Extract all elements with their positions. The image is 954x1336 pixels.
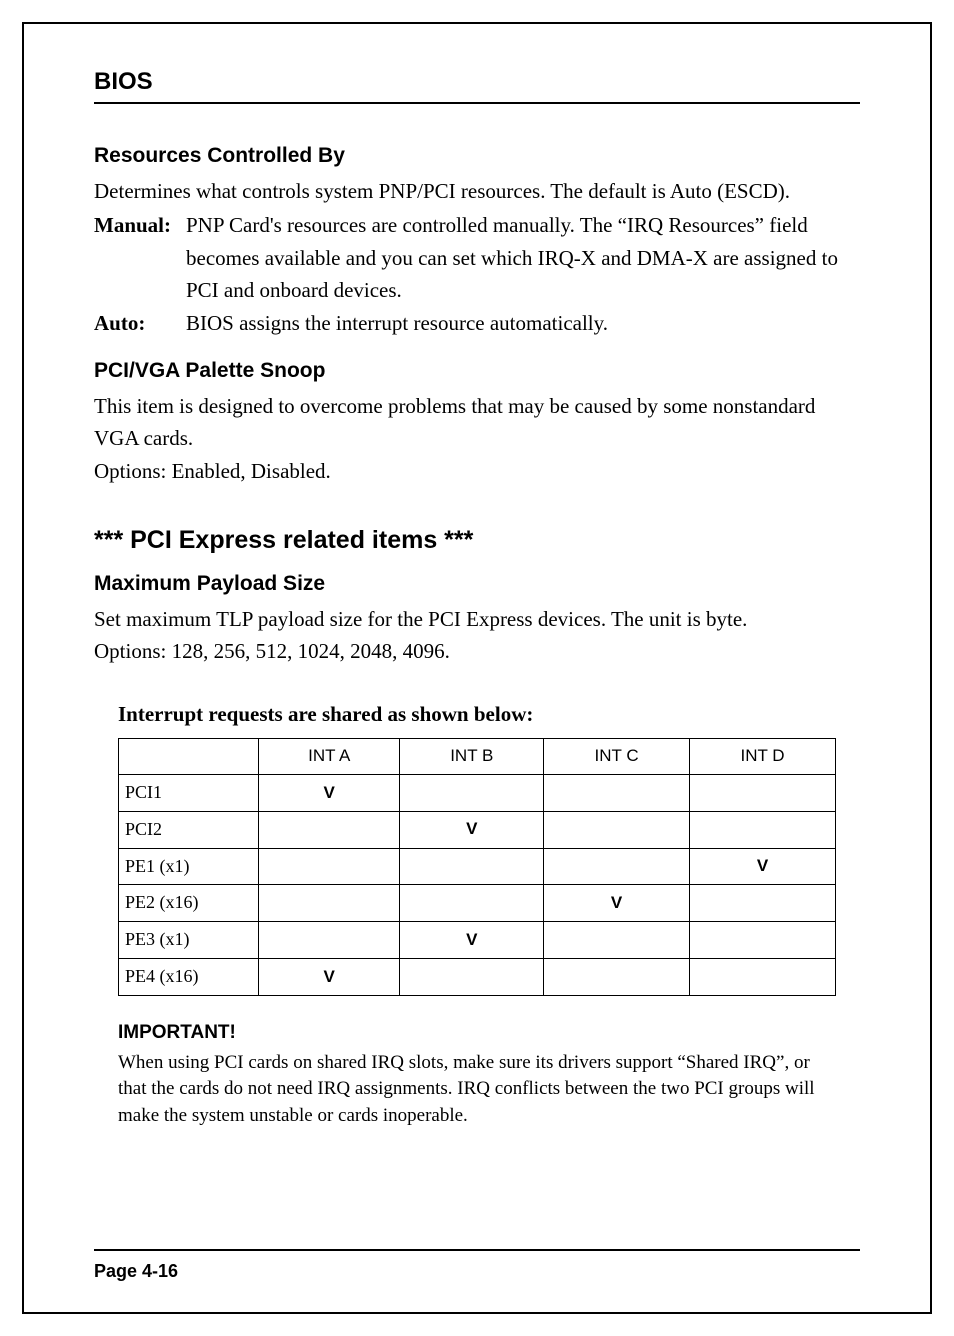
table-row: PE2 (x16) V: [119, 885, 836, 922]
table-row: PE3 (x1) V: [119, 922, 836, 959]
desc-manual: PNP Card's resources are controlled manu…: [186, 209, 860, 307]
cell: [544, 848, 690, 885]
table-row: PE1 (x1) V: [119, 848, 836, 885]
col-int-d: INT D: [690, 739, 836, 774]
definition-row-manual: Manual: PNP Card's resources are control…: [94, 209, 860, 307]
term-auto: Auto:: [94, 307, 186, 340]
cell: V: [690, 848, 836, 885]
table-row: PCI2 V: [119, 811, 836, 848]
cell: [690, 774, 836, 811]
text-pvs-body2: Options: Enabled, Disabled.: [94, 455, 860, 488]
heading-pci-express-items: *** PCI Express related items ***: [94, 521, 860, 560]
section-pci-vga-palette-snoop: PCI/VGA Palette Snoop This item is desig…: [94, 355, 860, 487]
irq-table-wrap: INT A INT B INT C INT D PCI1 V: [94, 738, 860, 996]
row-pe1: PE1 (x1): [119, 848, 259, 885]
cell: V: [544, 885, 690, 922]
cell: [544, 922, 690, 959]
cell: [544, 774, 690, 811]
note-important-body: When using PCI cards on shared IRQ slots…: [118, 1050, 836, 1130]
page-footer: Page 4-16: [94, 1249, 860, 1282]
row-pci1: PCI1: [119, 774, 259, 811]
cell: [259, 848, 400, 885]
desc-auto: BIOS assigns the interrupt resource auto…: [186, 307, 860, 340]
table-header-row: INT A INT B INT C INT D: [119, 739, 836, 774]
cell: [400, 848, 544, 885]
term-manual-label: Manual: [94, 213, 164, 237]
heading-pci-vga: PCI/VGA Palette Snoop: [94, 355, 860, 388]
cell: [259, 922, 400, 959]
table-corner-cell: [119, 739, 259, 774]
term-auto-label: Auto: [94, 311, 138, 335]
table-caption-irq: Interrupt requests are shared as shown b…: [118, 698, 860, 731]
page-number: Page 4-16: [94, 1261, 178, 1281]
cell: [544, 811, 690, 848]
page: BIOS Resources Controlled By Determines …: [24, 24, 930, 1312]
definition-list: Manual: PNP Card's resources are control…: [94, 209, 860, 339]
text-mps-body1: Set maximum TLP payload size for the PCI…: [94, 603, 860, 636]
page-border: BIOS Resources Controlled By Determines …: [22, 22, 932, 1314]
definition-row-auto: Auto: BIOS assigns the interrupt resourc…: [94, 307, 860, 340]
table-row: PCI1 V: [119, 774, 836, 811]
cell: V: [259, 959, 400, 996]
row-pci2: PCI2: [119, 811, 259, 848]
heading-resources-controlled-by: Resources Controlled By: [94, 140, 860, 173]
cell: [400, 885, 544, 922]
cell: [259, 885, 400, 922]
heading-max-payload: Maximum Payload Size: [94, 568, 860, 601]
page-header: BIOS: [94, 68, 860, 104]
content: Resources Controlled By Determines what …: [94, 132, 860, 1249]
row-pe3: PE3 (x1): [119, 922, 259, 959]
text-mps-body2: Options: 128, 256, 512, 1024, 2048, 4096…: [94, 635, 860, 668]
cell: [690, 922, 836, 959]
irq-table: INT A INT B INT C INT D PCI1 V: [118, 738, 836, 996]
row-pe4: PE4 (x16): [119, 959, 259, 996]
cell: [259, 811, 400, 848]
row-pe2: PE2 (x16): [119, 885, 259, 922]
cell: [690, 959, 836, 996]
cell: [400, 959, 544, 996]
col-int-c: INT C: [544, 739, 690, 774]
col-int-b: INT B: [400, 739, 544, 774]
cell: V: [400, 922, 544, 959]
cell: [690, 885, 836, 922]
cell: V: [400, 811, 544, 848]
col-int-a: INT A: [259, 739, 400, 774]
term-manual: Manual:: [94, 209, 186, 242]
text-rcb-intro: Determines what controls system PNP/PCI …: [94, 175, 860, 208]
cell: [690, 811, 836, 848]
section-max-payload-size: Maximum Payload Size Set maximum TLP pay…: [94, 568, 860, 668]
cell: [400, 774, 544, 811]
table-row: PE4 (x16) V: [119, 959, 836, 996]
text-pvs-body1: This item is designed to overcome proble…: [94, 390, 860, 455]
cell: [544, 959, 690, 996]
note-important-heading: IMPORTANT!: [118, 1018, 860, 1047]
section-resources-controlled-by: Resources Controlled By Determines what …: [94, 140, 860, 339]
cell: V: [259, 774, 400, 811]
